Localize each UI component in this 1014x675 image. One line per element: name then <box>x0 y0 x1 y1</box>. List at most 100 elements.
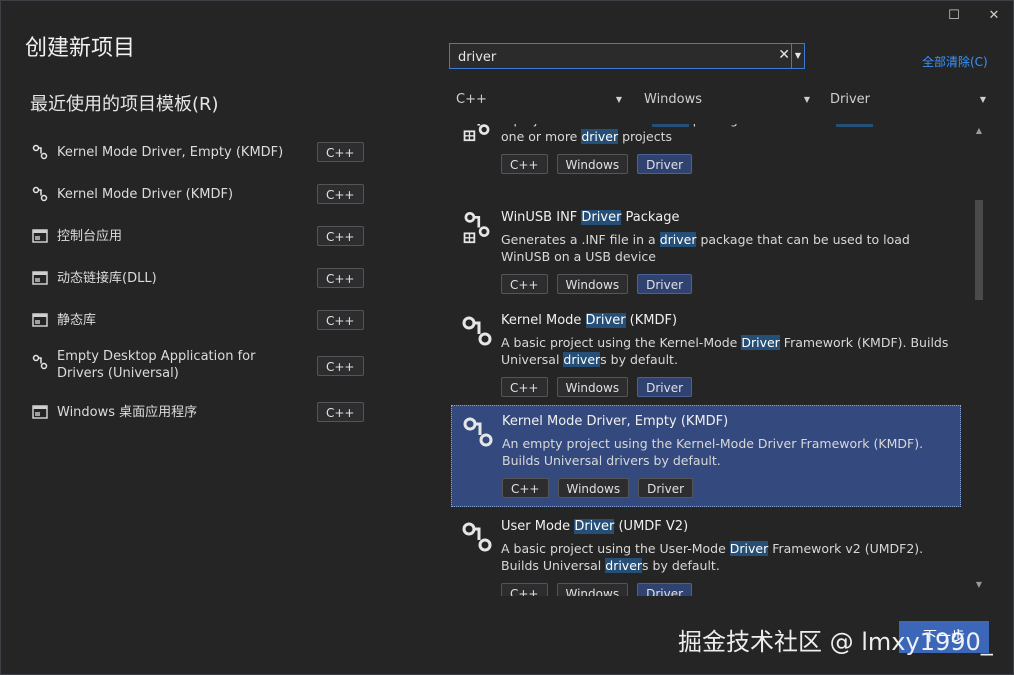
language-filter[interactable]: C++ ▼ <box>456 92 622 112</box>
tag-driver: Driver <box>637 274 693 294</box>
recent-template-item[interactable]: Kernel Mode Driver (KMDF) C++ <box>30 174 370 216</box>
language-tag: C++ <box>317 184 364 204</box>
template-title: WinUSB INF Driver Package <box>501 210 679 225</box>
template-description: A basic project using the User-Mode Driv… <box>501 540 951 574</box>
search-box[interactable]: ✕ ▼ <box>449 43 805 69</box>
tag-cpp: C++ <box>501 154 548 174</box>
template-title: User Mode Driver (UMDF V2) <box>501 519 688 534</box>
template-description: Generates a .INF file in a driver packag… <box>501 231 951 265</box>
search-highlight: Driver <box>741 335 780 350</box>
recent-template-item[interactable]: Windows 桌面应用程序 C++ <box>30 392 370 434</box>
description-text: A basic project using the User-Mode <box>501 541 730 556</box>
search-highlight: driver <box>605 558 643 573</box>
recent-template-item[interactable]: 动态链接库(DLL) C++ <box>30 258 370 300</box>
recent-template-label: 控制台应用 <box>57 229 123 244</box>
template-card[interactable]: Kernel Mode Driver, Empty (KMDF) An empty… <box>451 405 961 507</box>
tag-windows: Windows <box>556 377 629 397</box>
description-text: s by default. <box>642 558 720 573</box>
tag-driver: Driver <box>637 377 693 397</box>
search-highlight: driver <box>652 124 689 127</box>
desktop-app-icon <box>32 404 48 420</box>
clear-search-icon[interactable]: ✕ <box>778 47 790 63</box>
scroll-down-icon[interactable]: ▼ <box>971 580 987 589</box>
template-tags: C++ Windows Driver <box>501 583 693 596</box>
template-description: A basic project using the Kernel-Mode Dr… <box>501 334 951 368</box>
recent-template-item[interactable]: Empty Desktop Application for Drivers (U… <box>30 342 370 392</box>
driver-icon <box>462 416 494 452</box>
scroll-up-icon[interactable]: ▲ <box>971 126 987 135</box>
template-tags: C++ Windows Driver <box>501 154 693 174</box>
search-input[interactable] <box>456 47 780 67</box>
search-highlight: Driver <box>729 541 769 556</box>
page-title: 创建新项目 <box>25 36 136 61</box>
tag-cpp: C++ <box>501 377 548 397</box>
search-highlight: Driver <box>581 210 622 225</box>
search-highlight: driver <box>563 352 601 367</box>
recent-template-label: 静态库 <box>57 313 97 328</box>
title-text: (UMDF V2) <box>614 519 689 534</box>
language-tag: C++ <box>317 268 364 288</box>
template-card[interactable]: A project that creates a driver package … <box>451 124 961 190</box>
tag-driver: Driver <box>638 478 694 498</box>
results-scrollbar[interactable]: ▲ ▼ <box>971 124 987 596</box>
tag-cpp: C++ <box>502 478 549 498</box>
watermark: 掘金技术社区 @ lmxy1990_ <box>678 628 993 656</box>
search-highlight: driver <box>581 129 619 144</box>
scrollbar-thumb[interactable] <box>975 200 983 300</box>
language-tag: C++ <box>317 310 364 330</box>
tag-windows: Windows <box>556 583 629 596</box>
console-app-icon <box>32 228 48 244</box>
title-text: User Mode <box>501 519 575 534</box>
tag-driver: Driver <box>637 583 693 596</box>
platform-filter[interactable]: Windows ▼ <box>644 92 810 112</box>
driver-icon <box>461 521 493 557</box>
clear-all-link[interactable]: 全部清除(C) <box>922 53 988 70</box>
description-text: A project that creates a <box>501 124 652 127</box>
template-card[interactable]: WinUSB INF Driver Package Generates a .IN… <box>451 202 961 302</box>
dll-icon <box>32 270 48 286</box>
title-text: Kernel Mode <box>501 313 586 328</box>
title-text: Package <box>621 210 680 225</box>
project-type-filter[interactable]: Driver ▼ <box>830 92 986 112</box>
recent-template-label: Kernel Mode Driver (KMDF) <box>57 187 234 202</box>
template-description: A project that creates a driver package … <box>501 124 951 145</box>
driver-package-icon <box>461 212 493 248</box>
tag-cpp: C++ <box>501 583 548 596</box>
tag-driver: Driver <box>637 154 693 174</box>
description-text: projects <box>618 129 673 144</box>
search-highlight: driver <box>659 232 697 247</box>
chevron-down-icon: ▼ <box>615 95 622 104</box>
tag-cpp: C++ <box>501 274 548 294</box>
template-title: Kernel Mode Driver (KMDF) <box>501 313 677 328</box>
driver-icon <box>32 354 48 370</box>
maximize-button[interactable]: ☐ <box>943 4 965 26</box>
chevron-down-icon: ▼ <box>979 95 986 104</box>
recent-templates-list: Kernel Mode Driver, Empty (KMDF) C++ Kerne… <box>30 132 370 434</box>
recent-template-label: Windows 桌面应用程序 <box>57 405 198 420</box>
template-card[interactable]: Kernel Mode Driver (KMDF) A basic project… <box>451 305 961 405</box>
recent-templates-heading: 最近使用的项目模板(R) <box>30 94 219 115</box>
template-tags: C++ Windows Driver <box>501 377 693 397</box>
language-tag: C++ <box>317 226 364 246</box>
recent-template-item[interactable]: Kernel Mode Driver, Empty (KMDF) C++ <box>30 132 370 174</box>
tag-windows: Windows <box>556 154 629 174</box>
template-tags: C++ Windows Driver <box>501 274 693 294</box>
tag-windows: Windows <box>556 274 629 294</box>
description-text: s by default. <box>600 352 678 367</box>
template-description: An empty project using the Kernel-Mode D… <box>502 435 952 469</box>
project-type-filter-value: Driver <box>830 92 871 107</box>
search-highlight: Driver <box>574 519 615 534</box>
recent-template-label: Kernel Mode Driver, Empty (KMDF) <box>57 145 284 160</box>
template-title: Kernel Mode Driver, Empty (KMDF) <box>502 414 728 429</box>
recent-template-item[interactable]: 控制台应用 C++ <box>30 216 370 258</box>
language-filter-value: C++ <box>456 92 487 107</box>
close-button[interactable]: ✕ <box>983 4 1005 26</box>
search-history-dropdown-icon[interactable]: ▼ <box>791 44 804 68</box>
template-card[interactable]: User Mode Driver (UMDF V2) A basic projec… <box>451 511 961 596</box>
language-tag: C++ <box>317 356 364 376</box>
tag-windows: Windows <box>557 478 630 498</box>
recent-template-item[interactable]: 静态库 C++ <box>30 300 370 342</box>
driver-icon <box>32 144 48 160</box>
description-text: A basic project using the Kernel-Mode <box>501 335 742 350</box>
close-icon: ✕ <box>988 7 1000 23</box>
